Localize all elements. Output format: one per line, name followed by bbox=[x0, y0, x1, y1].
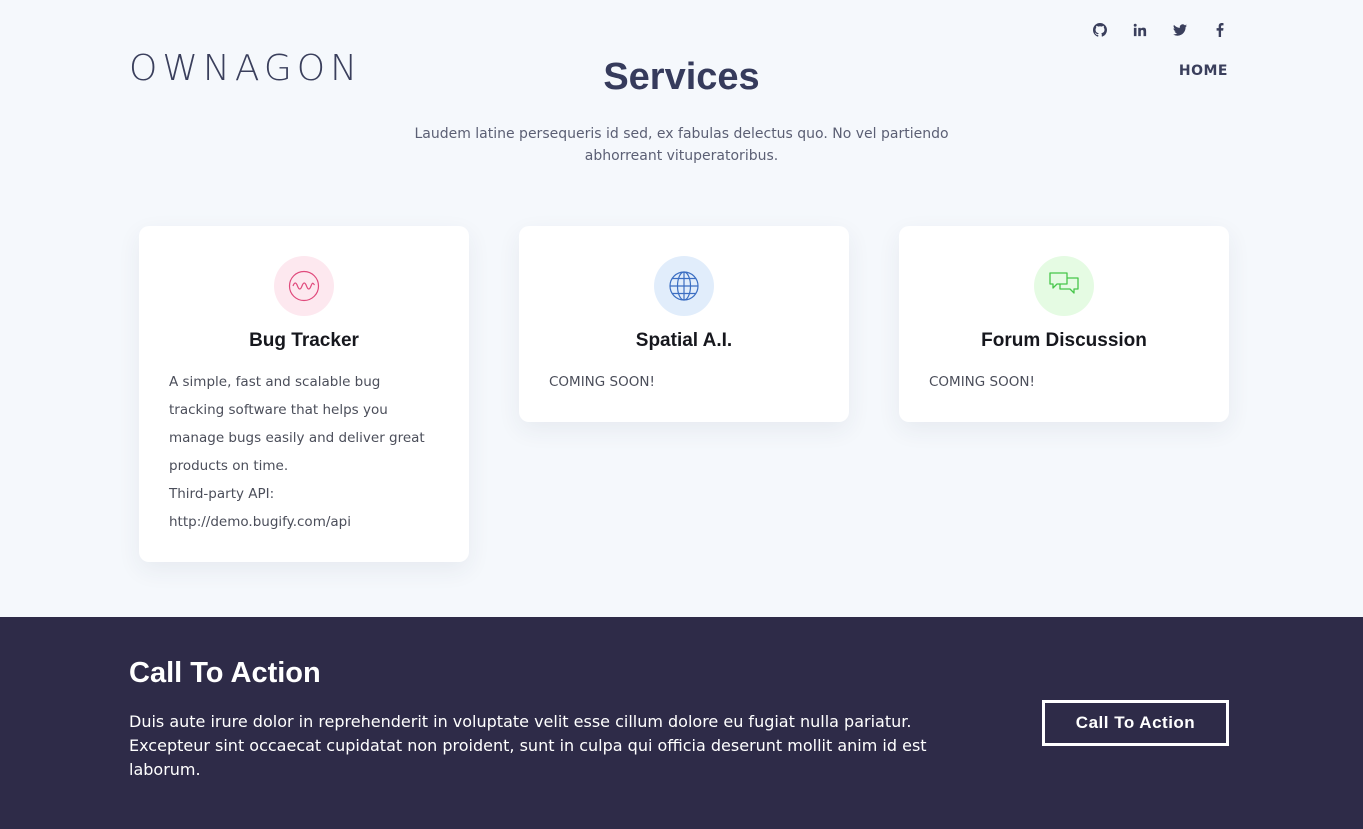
facebook-icon[interactable] bbox=[1210, 20, 1230, 40]
section-subtitle: Laudem latine persequeris id sed, ex fab… bbox=[414, 126, 949, 164]
card-title: Spatial A.I. bbox=[635, 330, 733, 351]
card-text: COMING SOON! bbox=[549, 374, 655, 390]
card-description: A simple, fast and scalable bug tracking… bbox=[169, 368, 439, 536]
cta-title: Call To Action bbox=[129, 657, 321, 689]
card-api-text[interactable]: Third-party API: http://demo.bugify.com/… bbox=[169, 480, 439, 536]
chat-bubbles-icon bbox=[1034, 256, 1094, 316]
social-links bbox=[1090, 20, 1230, 40]
card-text: COMING SOON! bbox=[929, 374, 1035, 390]
globe-icon bbox=[654, 256, 714, 316]
service-card-bug-tracker: Bug Tracker A simple, fast and scalable … bbox=[139, 226, 469, 562]
cta-text: Duis aute irure dolor in reprehenderit i… bbox=[129, 712, 927, 779]
service-card-forum-discussion: Forum Discussion COMING SOON! bbox=[899, 226, 1229, 422]
waveform-icon bbox=[274, 256, 334, 316]
card-description: COMING SOON! bbox=[929, 368, 1199, 396]
linkedin-icon[interactable] bbox=[1130, 20, 1150, 40]
card-title: Forum Discussion bbox=[981, 330, 1147, 351]
card-text: A simple, fast and scalable bug tracking… bbox=[169, 374, 425, 474]
github-icon[interactable] bbox=[1090, 20, 1110, 40]
cta-section: Call To Action Duis aute irure dolor in … bbox=[0, 617, 1363, 829]
twitter-icon[interactable] bbox=[1170, 20, 1190, 40]
page-title: Services bbox=[603, 56, 760, 98]
card-title: Bug Tracker bbox=[249, 330, 359, 351]
cta-button[interactable]: Call To Action bbox=[1042, 700, 1229, 746]
service-card-spatial-ai: Spatial A.I. COMING SOON! bbox=[519, 226, 849, 422]
page: OWNAGON HOME Services Laudem latine pers… bbox=[0, 0, 1363, 829]
card-description: COMING SOON! bbox=[549, 368, 819, 396]
